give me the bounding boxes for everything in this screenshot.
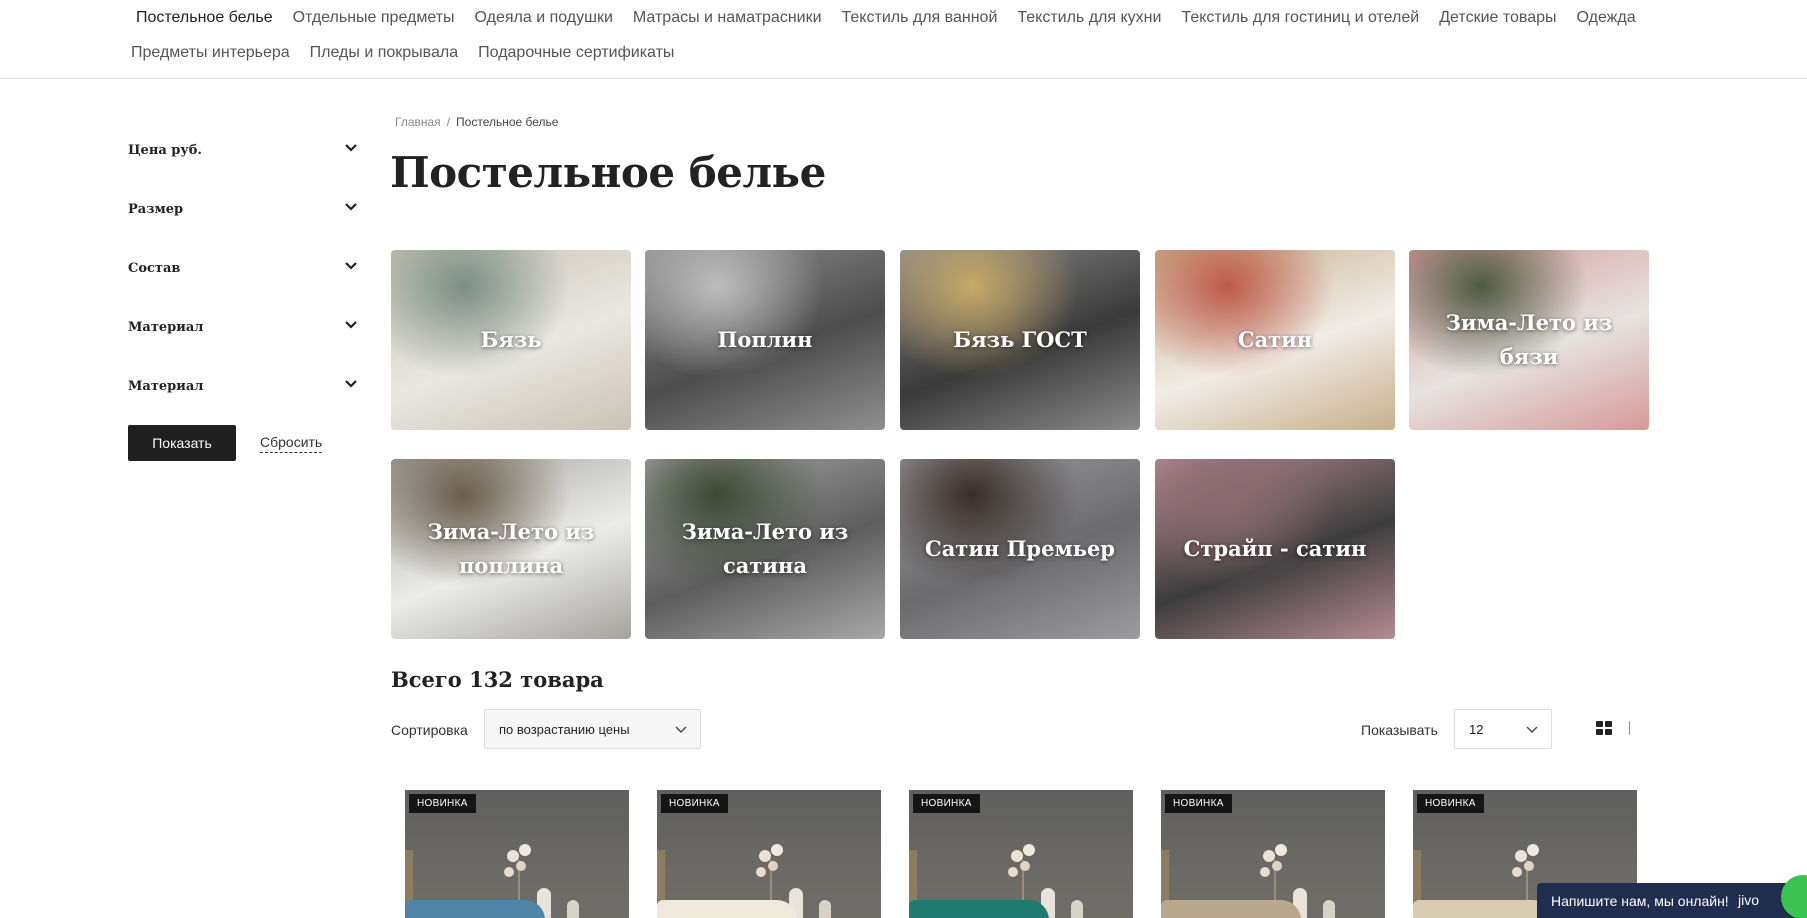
reset-link[interactable]: Сбросить bbox=[260, 434, 323, 453]
category-tile[interactable]: Зима-Лето из поплина bbox=[391, 459, 631, 639]
chevron-down-icon bbox=[345, 261, 357, 270]
category-tile[interactable]: Поплин bbox=[645, 250, 885, 430]
tile-label: Зима-Лето из сатина bbox=[681, 519, 849, 578]
per-page-select[interactable]: 12 bbox=[1454, 709, 1552, 749]
chevron-down-icon bbox=[675, 726, 687, 733]
filter-label: Материал bbox=[128, 320, 204, 335]
product-bedding bbox=[1161, 900, 1301, 918]
nav-item-clothing[interactable]: Одежда bbox=[1567, 8, 1646, 28]
filter-label: Материал bbox=[128, 379, 204, 394]
product-image-detail bbox=[819, 900, 831, 918]
list-view-icon[interactable] bbox=[1629, 721, 1630, 735]
per-page-label: Показывать bbox=[1361, 722, 1438, 738]
product-bedding bbox=[405, 900, 545, 918]
top-navigation: Постельное белье Отдельные предметы Одея… bbox=[0, 0, 1807, 79]
filter-composition[interactable]: Состав bbox=[128, 236, 358, 295]
show-button[interactable]: Показать bbox=[128, 425, 236, 461]
grid-view-icon[interactable] bbox=[1596, 721, 1612, 735]
filter-label: Состав bbox=[128, 261, 181, 276]
nav-row-2: Предметы интерьера Пледы и покрывала Под… bbox=[121, 43, 684, 63]
tile-label: Зима-Лето из поплина bbox=[427, 519, 595, 578]
page-title: Постельное белье bbox=[390, 148, 826, 197]
filter-label: Размер bbox=[128, 202, 184, 217]
nav-item-kids[interactable]: Детские товары bbox=[1429, 8, 1566, 28]
product-image-detail bbox=[567, 900, 579, 918]
nav-item-interior[interactable]: Предметы интерьера bbox=[121, 43, 300, 63]
tile-label: Зима-Лето из бязи bbox=[1445, 310, 1613, 369]
filter-label: Цена руб. bbox=[128, 143, 202, 158]
tile-label: Страйп - сатин bbox=[1183, 536, 1367, 561]
product-card[interactable]: НОВИНКА bbox=[909, 790, 1133, 918]
tile-label: Бязь ГОСТ bbox=[953, 327, 1087, 352]
sort-value: по возрастанию цены bbox=[499, 721, 630, 737]
product-card[interactable]: НОВИНКА bbox=[1161, 790, 1385, 918]
new-badge: НОВИНКА bbox=[1165, 794, 1232, 813]
breadcrumb: Главная / Постельное белье bbox=[395, 115, 558, 129]
breadcrumb-current: Постельное белье bbox=[456, 115, 559, 129]
per-page-value: 12 bbox=[1469, 721, 1484, 737]
category-tile[interactable]: Зима-Лето из сатина bbox=[645, 459, 885, 639]
filter-material-2[interactable]: Материал bbox=[128, 354, 358, 413]
product-card[interactable]: НОВИНКА bbox=[657, 790, 881, 918]
product-card[interactable]: НОВИНКА bbox=[405, 790, 629, 918]
chat-text: Напишите нам, мы онлайн! bbox=[1551, 892, 1729, 909]
tile-label: Бязь bbox=[480, 327, 542, 352]
filter-sidebar: Цена руб. Размер Состав Материал Материа… bbox=[128, 118, 358, 461]
filter-price[interactable]: Цена руб. bbox=[128, 118, 358, 177]
tile-label: Поплин bbox=[717, 327, 813, 352]
filter-size[interactable]: Размер bbox=[128, 177, 358, 236]
category-tile[interactable]: Сатин bbox=[1155, 250, 1395, 430]
nav-item-separate-items[interactable]: Отдельные предметы bbox=[283, 8, 465, 28]
nav-item-bed-linen[interactable]: Постельное белье bbox=[126, 8, 283, 28]
filter-actions: Показать Сбросить bbox=[128, 425, 323, 461]
category-tile[interactable]: Бязь ГОСТ bbox=[900, 250, 1140, 430]
chevron-down-icon bbox=[345, 320, 357, 329]
new-badge: НОВИНКА bbox=[1417, 794, 1484, 813]
new-badge: НОВИНКА bbox=[913, 794, 980, 813]
breadcrumb-separator: / bbox=[446, 115, 451, 129]
product-bedding bbox=[657, 900, 797, 918]
chat-widget[interactable]: Напишите нам, мы онлайн! jivo bbox=[1537, 875, 1807, 918]
chat-online-icon bbox=[1781, 875, 1807, 918]
category-tile[interactable]: Зима-Лето из бязи bbox=[1409, 250, 1649, 430]
category-tile[interactable]: Бязь bbox=[391, 250, 631, 430]
chevron-down-icon bbox=[345, 202, 357, 211]
filter-material[interactable]: Материал bbox=[128, 295, 358, 354]
sort-select[interactable]: по возрастанию цены bbox=[484, 709, 701, 749]
product-image-detail bbox=[1071, 900, 1083, 918]
tile-label: Сатин bbox=[1237, 327, 1313, 352]
tile-label: Сатин Премьер bbox=[924, 536, 1115, 561]
product-image-detail bbox=[1323, 900, 1335, 918]
product-bedding bbox=[1413, 900, 1553, 918]
product-bedding bbox=[909, 900, 1049, 918]
nav-item-blankets-pillows[interactable]: Одеяла и подушки bbox=[465, 8, 623, 28]
chevron-down-icon bbox=[345, 143, 357, 152]
nav-item-plaids[interactable]: Пледы и покрывала bbox=[300, 43, 468, 63]
sort-label: Сортировка bbox=[391, 722, 468, 738]
nav-item-kitchen-textile[interactable]: Текстиль для кухни bbox=[1007, 8, 1171, 28]
category-tile[interactable]: Сатин Премьер bbox=[900, 459, 1140, 639]
chevron-down-icon bbox=[1526, 726, 1538, 733]
product-total: Всего 132 товара bbox=[391, 667, 604, 692]
breadcrumb-home[interactable]: Главная bbox=[395, 115, 441, 129]
nav-item-hotel-textile[interactable]: Текстиль для гостиниц и отелей bbox=[1171, 8, 1429, 28]
new-badge: НОВИНКА bbox=[409, 794, 476, 813]
nav-row-1: Постельное белье Отдельные предметы Одея… bbox=[126, 8, 1646, 28]
chevron-down-icon bbox=[345, 379, 357, 388]
nav-item-gift-cards[interactable]: Подарочные сертификаты bbox=[468, 43, 684, 63]
nav-item-bath-textile[interactable]: Текстиль для ванной bbox=[832, 8, 1008, 28]
category-tile[interactable]: Страйп - сатин bbox=[1155, 459, 1395, 639]
nav-item-mattresses[interactable]: Матрасы и наматрасники bbox=[623, 8, 832, 28]
chat-brand-logo: jivo bbox=[1737, 892, 1759, 908]
new-badge: НОВИНКА bbox=[661, 794, 728, 813]
